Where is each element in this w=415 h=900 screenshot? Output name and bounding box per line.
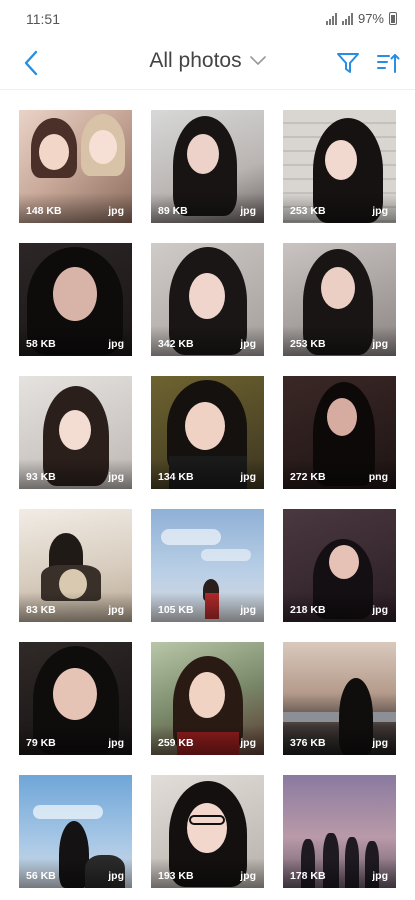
signal-icon <box>325 12 337 25</box>
battery-percent: 97% <box>357 11 384 26</box>
file-size: 105 KB <box>158 604 194 616</box>
chevron-down-icon <box>249 56 266 65</box>
status-time: 11:51 <box>26 11 60 27</box>
photo-tile[interactable]: 83 KB jpg <box>19 509 132 622</box>
photo-tile[interactable]: 79 KB jpg <box>19 642 132 755</box>
photo-tile[interactable]: 105 KB jpg <box>151 509 264 622</box>
photo-tile[interactable]: 218 KB jpg <box>283 509 396 622</box>
filter-icon <box>337 53 359 73</box>
sort-icon <box>377 54 400 73</box>
battery-icon <box>389 12 397 25</box>
file-size: 218 KB <box>290 604 326 616</box>
file-type: jpg <box>240 338 256 350</box>
file-type: jpg <box>240 604 256 616</box>
photo-tile[interactable]: 376 KB jpg <box>283 642 396 755</box>
file-size: 193 KB <box>158 870 194 882</box>
page-title: All photos <box>149 49 242 72</box>
file-type: jpg <box>108 205 124 217</box>
file-size: 58 KB <box>26 338 56 350</box>
photo-tile[interactable]: 93 KB jpg <box>19 376 132 489</box>
file-type: jpg <box>108 870 124 882</box>
file-type: jpg <box>240 870 256 882</box>
top-app-bar: All photos <box>0 38 415 90</box>
sort-button[interactable] <box>373 49 403 77</box>
photo-tile[interactable]: 56 KB jpg <box>19 775 132 888</box>
album-selector[interactable]: All photos <box>149 49 266 73</box>
file-size: 89 KB <box>158 205 188 217</box>
photo-tile[interactable]: 259 KB jpg <box>151 642 264 755</box>
file-size: 376 KB <box>290 737 326 749</box>
file-type: jpg <box>372 870 388 882</box>
photo-tile[interactable]: 253 KB jpg <box>283 243 396 356</box>
photo-tile[interactable]: 134 KB jpg <box>151 376 264 489</box>
file-type: png <box>368 471 388 483</box>
file-size: 83 KB <box>26 604 56 616</box>
file-size: 342 KB <box>158 338 194 350</box>
file-type: jpg <box>108 737 124 749</box>
file-type: jpg <box>240 737 256 749</box>
signal-icon-2 <box>341 12 353 25</box>
photo-tile[interactable]: 58 KB jpg <box>19 243 132 356</box>
photo-tile[interactable]: 253 KB jpg <box>283 110 396 223</box>
file-size: 134 KB <box>158 471 194 483</box>
file-size: 178 KB <box>290 870 326 882</box>
file-size: 259 KB <box>158 737 194 749</box>
file-type: jpg <box>372 604 388 616</box>
file-type: jpg <box>108 471 124 483</box>
file-size: 253 KB <box>290 205 326 217</box>
status-bar: 11:51 97% <box>0 0 415 38</box>
photo-tile[interactable]: 342 KB jpg <box>151 243 264 356</box>
file-type: jpg <box>240 205 256 217</box>
file-type: jpg <box>240 471 256 483</box>
file-size: 148 KB <box>26 205 62 217</box>
file-type: jpg <box>372 205 388 217</box>
file-type: jpg <box>372 737 388 749</box>
photo-tile[interactable]: 148 KB jpg <box>19 110 132 223</box>
filter-button[interactable] <box>333 49 363 77</box>
file-type: jpg <box>108 604 124 616</box>
file-size: 272 KB <box>290 471 326 483</box>
photo-grid: 148 KB jpg 89 KB jpg 253 KB jpg 58 KB jp… <box>19 110 397 888</box>
file-size: 253 KB <box>290 338 326 350</box>
photo-tile[interactable]: 193 KB jpg <box>151 775 264 888</box>
file-type: jpg <box>108 338 124 350</box>
file-size: 79 KB <box>26 737 56 749</box>
file-type: jpg <box>372 338 388 350</box>
photo-tile[interactable]: 89 KB jpg <box>151 110 264 223</box>
file-size: 56 KB <box>26 870 56 882</box>
file-size: 93 KB <box>26 471 56 483</box>
photo-tile[interactable]: 178 KB jpg <box>283 775 396 888</box>
photo-tile[interactable]: 272 KB png <box>283 376 396 489</box>
status-icons: 97% <box>325 11 397 26</box>
